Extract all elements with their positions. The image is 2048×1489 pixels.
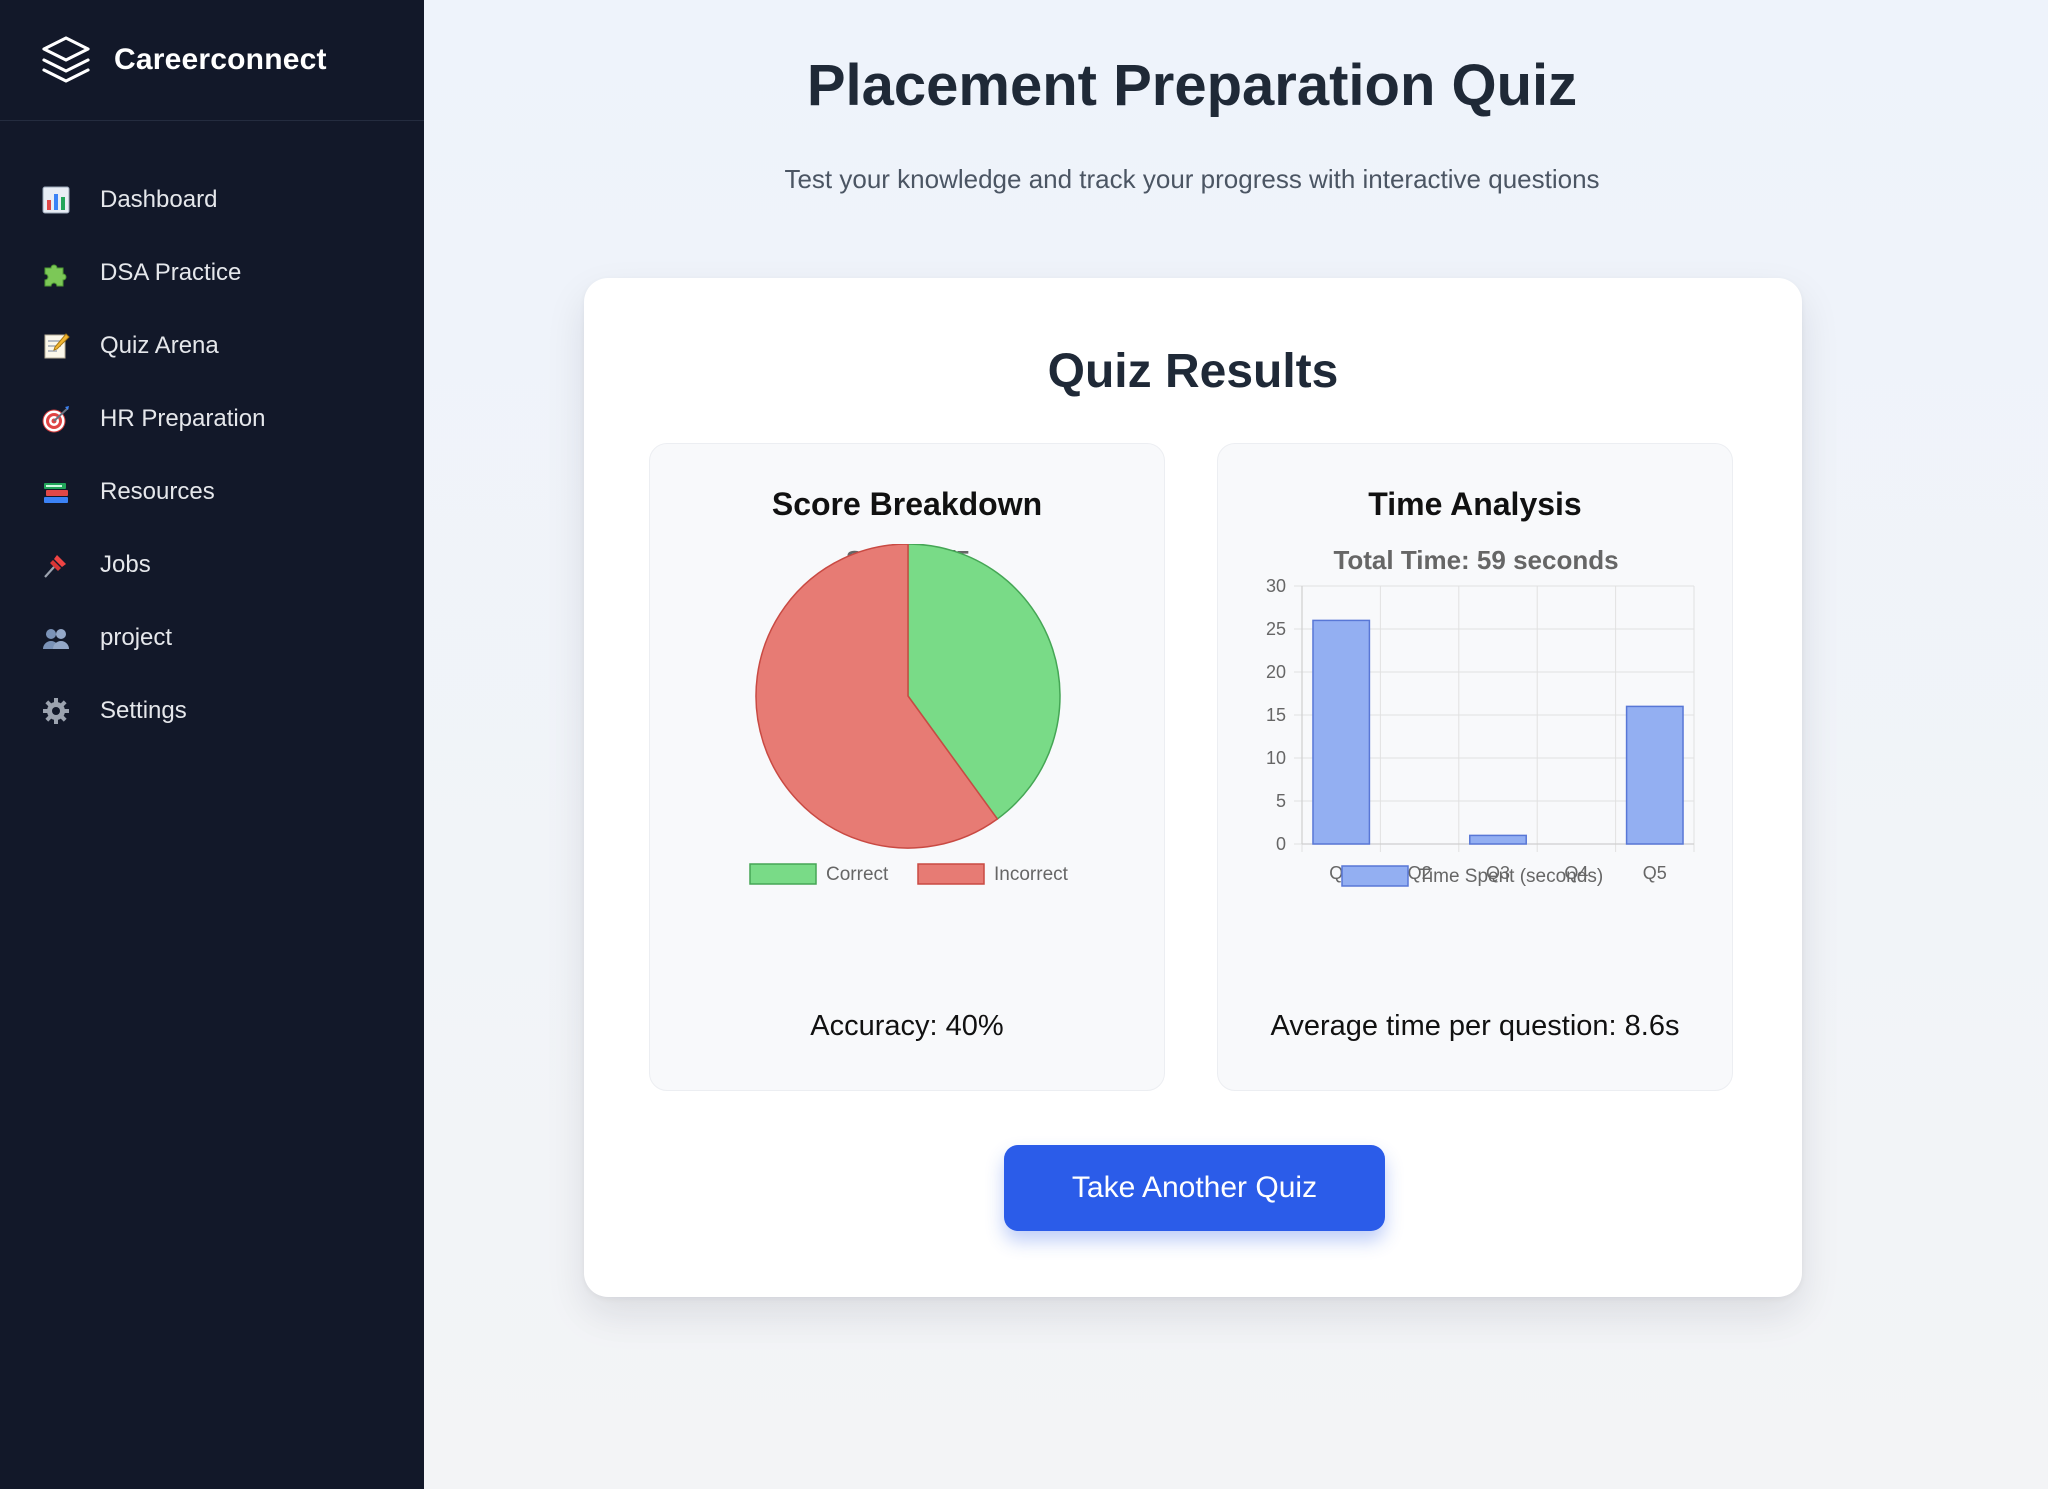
legend-swatch: [749, 863, 817, 885]
panel-title: Score Breakdown: [771, 486, 1043, 522]
people-icon: [40, 622, 72, 654]
target-icon: [40, 403, 72, 435]
sidebar-item-label: Jobs: [100, 550, 151, 578]
time-analysis-panel: Time Analysis Total Time: 59 seconds 0 5 10…: [1217, 443, 1733, 1091]
sidebar-item-dashboard[interactable]: Dashboard: [0, 163, 424, 236]
y-tick-label: 0: [1276, 834, 1286, 854]
sidebar-item-label: Quiz Arena: [100, 331, 219, 359]
sidebar-item-label: Settings: [100, 696, 187, 724]
puzzle-piece-icon: [40, 257, 72, 289]
accuracy-text: Accuracy: 40%: [810, 1010, 1004, 1042]
quiz-results-card: Quiz Results Score Breakdown Score: 2/5C…: [584, 278, 1802, 1297]
y-tick-label: 15: [1266, 705, 1286, 725]
pushpin-icon: [40, 549, 72, 581]
brand[interactable]: Careerconnect: [0, 0, 424, 121]
legend-label: Incorrect: [994, 864, 1069, 885]
y-tick-label: 25: [1266, 619, 1286, 639]
score-breakdown-panel: Score Breakdown Score: 2/5CorrectIncorre…: [649, 443, 1165, 1091]
memo-icon: [40, 330, 72, 362]
books-icon: [40, 476, 72, 508]
y-tick-label: 30: [1266, 576, 1286, 596]
bar-q3: [1469, 834, 1527, 845]
y-tick-label: 5: [1276, 791, 1286, 811]
main-content: Placement Preparation Quiz Test your kno…: [424, 0, 2048, 1489]
bar-q5: [1625, 705, 1684, 845]
sidebar-item-label: HR Preparation: [100, 404, 266, 432]
legend-swatch: [917, 863, 985, 885]
sidebar-item-quiz-arena[interactable]: Quiz Arena: [0, 309, 424, 382]
legend-label: Time Spent (seconds): [1418, 866, 1603, 887]
sidebar-item-jobs[interactable]: Jobs: [0, 528, 424, 601]
sidebar: Careerconnect Dashboard DSA Practice Qui…: [0, 0, 424, 1489]
take-another-quiz-button[interactable]: Take Another Quiz: [1004, 1145, 1385, 1231]
sidebar-item-settings[interactable]: Settings: [0, 674, 424, 747]
time-bar-chart: Total Time: 59 seconds051015202530Q1 Q2 Q3…: [1266, 545, 1695, 887]
sidebar-item-label: Resources: [100, 477, 215, 505]
bar-chart-title: Total Time: 59 seconds: [1333, 545, 1618, 575]
y-tick-label: 20: [1266, 662, 1286, 682]
score-pie-chart: Score: 2/5CorrectIncorrect: [749, 544, 1069, 885]
average-time-text: Average time per question: 8.6s: [1270, 1010, 1680, 1042]
layers-logo-icon: [42, 36, 90, 83]
sidebar-item-hr-preparation[interactable]: HR Preparation: [0, 382, 424, 455]
panel-title: Time Analysis: [1368, 486, 1582, 522]
page-subtitle: Test your knowledge and track your progr…: [784, 164, 1600, 194]
sidebar-item-label: Dashboard: [100, 185, 218, 213]
sidebar-item-label: project: [100, 623, 173, 651]
brand-name: Careerconnect: [114, 43, 327, 76]
y-tick-label: 10: [1266, 748, 1286, 768]
results-title: Quiz Results: [1047, 345, 1339, 398]
sidebar-item-project[interactable]: project: [0, 601, 424, 674]
page-title: Placement Preparation Quiz: [806, 53, 1578, 118]
legend-swatch: [1341, 865, 1409, 887]
sidebar-item-label: DSA Practice: [100, 258, 242, 286]
gear-icon: [40, 695, 72, 727]
sidebar-item-resources[interactable]: Resources: [0, 455, 424, 528]
legend-label: Correct: [826, 864, 889, 885]
x-tick-label: Q5: [1643, 863, 1667, 883]
sidebar-nav: Dashboard DSA Practice Quiz Arena HR Pre…: [0, 121, 424, 747]
bar-chart-icon: [40, 184, 72, 216]
sidebar-item-dsa-practice[interactable]: DSA Practice: [0, 236, 424, 309]
bar-q1: [1312, 619, 1371, 845]
